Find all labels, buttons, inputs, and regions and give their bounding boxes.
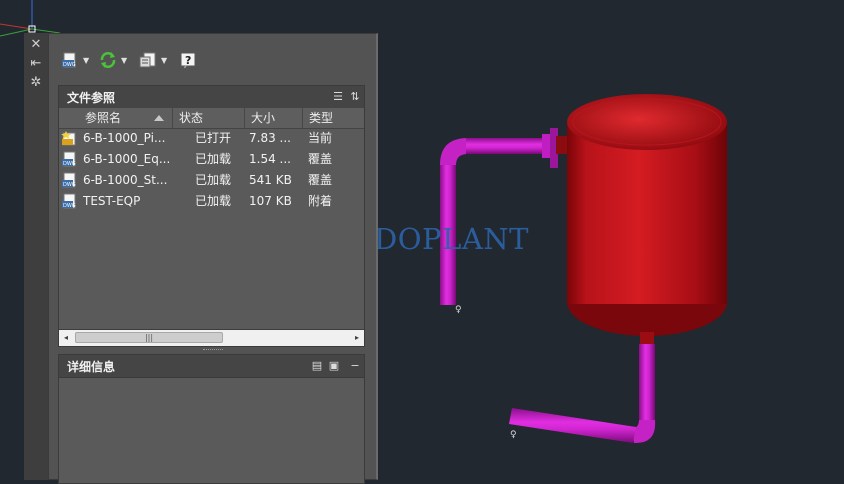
row-type: 覆盖 xyxy=(308,173,333,187)
details-panel: 详细信息 ▤ ▣ − xyxy=(58,354,365,484)
panel-title: 详细信息 xyxy=(67,360,116,374)
row-status: 已加载 xyxy=(195,173,232,187)
row-name: TEST-EQP xyxy=(83,194,141,208)
chevron-down-icon[interactable]: ▼ xyxy=(83,56,89,65)
change-path-button[interactable]: ▼ xyxy=(139,49,167,71)
current-drawing-icon xyxy=(61,131,76,146)
outlet-pipe: ♀ xyxy=(509,344,656,444)
help-button[interactable]: ? xyxy=(179,49,197,71)
refresh-button[interactable]: ▼ xyxy=(99,49,127,71)
help-icon: ? xyxy=(180,52,196,69)
scroll-left-icon[interactable]: ◂ xyxy=(59,330,73,346)
svg-text:DWG: DWG xyxy=(63,161,76,167)
table-row[interactable]: 6-B-1000_Pi... 已打开 7.83 ... 当前 xyxy=(59,128,364,149)
palette-title-strip[interactable]: ✕ ⇤ ✲ xyxy=(24,33,49,480)
attach-dwg-button[interactable]: DWG ▼ xyxy=(61,49,89,71)
panel-splitter[interactable] xyxy=(58,346,365,354)
list-view-icon[interactable]: ☰ xyxy=(331,90,345,104)
row-name: 6-B-1000_St... xyxy=(83,173,168,187)
column-label: 参照名 xyxy=(85,111,122,125)
svg-text:♀: ♀ xyxy=(455,305,462,315)
properties-icon[interactable]: ✲ xyxy=(24,73,48,91)
table-row[interactable]: DWG 6-B-1000_St... 已加载 541 KB 覆盖 xyxy=(59,170,364,191)
close-icon[interactable]: ✕ xyxy=(24,35,48,53)
external-references-palette: DWG ▼ ▼ ▼ ? 文件参照 ☰ ⇅ 参照名 状态 大小 类型 6-B-10… xyxy=(48,33,378,484)
row-size: 7.83 ... xyxy=(249,131,291,145)
collapse-icon[interactable]: − xyxy=(348,359,362,373)
chevron-down-icon[interactable]: ▼ xyxy=(161,56,167,65)
autohide-icon[interactable]: ⇤ xyxy=(24,54,48,72)
row-size: 541 KB xyxy=(249,173,292,187)
table-row[interactable]: DWG TEST-EQP 已加载 107 KB 附着 xyxy=(59,191,364,212)
refresh-icon xyxy=(100,52,116,68)
row-name: 6-B-1000_Eq... xyxy=(83,152,171,166)
column-status[interactable]: 状态 xyxy=(173,108,245,128)
row-status: 已打开 xyxy=(195,131,232,145)
row-type: 覆盖 xyxy=(308,152,333,166)
column-size[interactable]: 大小 xyxy=(245,108,303,128)
file-references-panel: 文件参照 ☰ ⇅ 参照名 状态 大小 类型 6-B-1000_Pi... 已打开 7… xyxy=(58,85,365,347)
details-view-icon[interactable]: ▤ xyxy=(310,359,324,373)
change-path-icon xyxy=(139,52,156,68)
table-row[interactable]: DWG 6-B-1000_Eq... 已加载 1.54 ... 覆盖 xyxy=(59,149,364,170)
xref-dwg-icon: DWG xyxy=(62,172,76,188)
row-name: 6-B-1000_Pi... xyxy=(83,131,166,145)
scroll-right-icon[interactable]: ▸ xyxy=(350,330,364,346)
file-references-header[interactable]: 文件参照 ☰ ⇅ xyxy=(59,86,364,109)
svg-text:DWG: DWG xyxy=(63,203,76,209)
row-size: 107 KB xyxy=(249,194,292,208)
horizontal-scrollbar[interactable]: ◂ ||| ▸ xyxy=(59,329,364,346)
panel-title: 文件参照 xyxy=(67,91,116,105)
sort-ascending-icon xyxy=(154,115,164,121)
svg-text:♀: ♀ xyxy=(510,430,517,440)
svg-text:DWG: DWG xyxy=(63,62,76,68)
attach-dwg-icon: DWG xyxy=(62,52,76,68)
scroll-thumb[interactable]: ||| xyxy=(75,332,223,343)
splitter-grip xyxy=(203,349,223,352)
row-size: 1.54 ... xyxy=(249,152,291,166)
details-header[interactable]: 详细信息 ▤ ▣ − xyxy=(59,355,364,378)
column-header-row: 参照名 状态 大小 类型 xyxy=(59,108,364,129)
preview-image-icon[interactable]: ▣ xyxy=(327,359,341,373)
column-reference-name[interactable]: 参照名 xyxy=(59,108,173,128)
column-type[interactable]: 类型 xyxy=(303,108,364,128)
svg-text:?: ? xyxy=(185,54,191,67)
pressure-vessel xyxy=(567,94,727,346)
tree-view-icon[interactable]: ⇅ xyxy=(348,90,362,104)
xref-dwg-icon: DWG xyxy=(62,193,76,209)
row-status: 已加载 xyxy=(195,152,232,166)
row-status: 已加载 xyxy=(195,194,232,208)
row-type: 当前 xyxy=(308,131,333,145)
chevron-down-icon[interactable]: ▼ xyxy=(121,56,127,65)
xref-dwg-icon: DWG xyxy=(62,151,76,167)
row-type: 附着 xyxy=(308,194,333,208)
svg-text:DWG: DWG xyxy=(63,182,76,188)
